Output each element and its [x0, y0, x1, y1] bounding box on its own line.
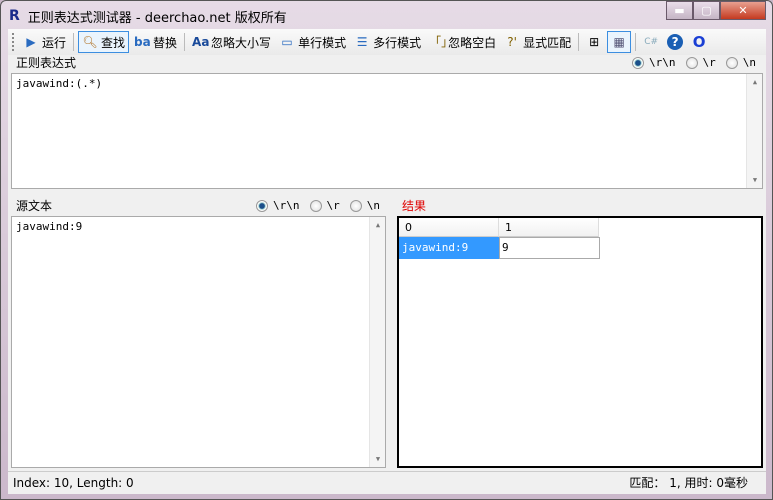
- csharp-icon: C#: [644, 37, 659, 47]
- column-header-1[interactable]: 1: [499, 218, 599, 237]
- status-position: Index: 10, Length: 0: [13, 475, 134, 490]
- tree-icon: ⊞: [589, 35, 600, 49]
- grid-cell[interactable]: javawind:9: [399, 237, 499, 259]
- single-line-button[interactable]: ▭ 单行模式: [276, 31, 349, 53]
- find-label: 查找: [101, 35, 126, 50]
- close-button[interactable]: ✕: [720, 1, 766, 20]
- run-button[interactable]: ▶ 运行: [20, 31, 69, 53]
- source-text: javawind:9: [16, 220, 83, 233]
- case-icon: Aa: [192, 35, 210, 49]
- results-label: 结果: [402, 199, 427, 213]
- find-button[interactable]: 🔍︎ 查找: [78, 31, 130, 53]
- source-label: 源文本: [16, 199, 53, 213]
- status-match-info: 匹配： 1, 用时: 0毫秒: [629, 476, 748, 490]
- about-button[interactable]: O: [688, 31, 710, 53]
- regex-radio-lf[interactable]: \n: [725, 56, 756, 69]
- table-row[interactable]: javawind:9 9: [399, 237, 600, 259]
- results-grid: 0 1 javawind:9 9: [397, 216, 763, 468]
- magnifier-icon: 🔍︎: [82, 35, 98, 49]
- source-radio-lf[interactable]: \n: [349, 199, 380, 212]
- regex-radio-cr[interactable]: \r: [685, 56, 716, 69]
- replace-label: 替换: [153, 35, 178, 50]
- play-icon: ▶: [26, 35, 36, 49]
- window-title: 正则表达式测试器 - deerchao.net 版权所有: [27, 10, 287, 26]
- multi-line-icon: ☰: [356, 35, 368, 49]
- grid-header: 0 1: [399, 218, 599, 237]
- source-newline-options: \r\n \r \n: [256, 199, 380, 212]
- ignore-whitespace-button[interactable]: 「」 忽略空白: [426, 31, 499, 53]
- ignore-whitespace-label: 忽略空白: [448, 35, 497, 50]
- bracket-icon: 「」: [429, 35, 454, 49]
- grid-cell[interactable]: 9: [499, 237, 600, 259]
- help-icon: ?: [667, 34, 684, 50]
- replace-button[interactable]: ba 替换: [131, 31, 180, 53]
- column-header-0[interactable]: 0: [399, 218, 499, 237]
- toolbar-grip[interactable]: [12, 33, 15, 51]
- table-icon: ▦: [613, 35, 625, 49]
- regex-scrollbar[interactable]: ▲ ▼: [746, 74, 762, 188]
- source-radio-cr[interactable]: \r: [309, 199, 340, 212]
- regex-input[interactable]: javawind:(.*) ▲ ▼: [11, 73, 763, 189]
- csharp-button[interactable]: C#: [640, 31, 662, 53]
- title-bar: R 正则表达式测试器 - deerchao.net 版权所有: [9, 6, 287, 26]
- maximize-button[interactable]: ▢: [693, 1, 720, 20]
- multi-line-label: 多行模式: [373, 35, 422, 50]
- multi-line-button[interactable]: ☰ 多行模式: [351, 31, 424, 53]
- replace-icon: ba: [134, 35, 151, 49]
- explicit-capture-label: 显式匹配: [523, 35, 572, 50]
- app-window: R 正则表达式测试器 - deerchao.net 版权所有 ▬ ▢ ✕ ▶ 运行…: [0, 0, 773, 500]
- table-view-button[interactable]: ▦: [607, 31, 632, 53]
- minimize-button[interactable]: ▬: [666, 1, 693, 20]
- ignore-case-button[interactable]: Aa 忽略大小写: [189, 31, 274, 53]
- question-icon: ?': [507, 35, 517, 49]
- source-scrollbar[interactable]: ▲ ▼: [369, 217, 385, 467]
- tree-view-button[interactable]: ⊞: [583, 31, 605, 53]
- single-line-label: 单行模式: [298, 35, 347, 50]
- regex-radio-crlf[interactable]: \r\n: [632, 56, 676, 69]
- ignore-case-label: 忽略大小写: [211, 35, 272, 50]
- single-line-icon: ▭: [281, 35, 293, 49]
- run-label: 运行: [42, 35, 67, 50]
- status-bar: Index: 10, Length: 0 匹配： 1, 用时: 0毫秒: [8, 471, 766, 493]
- regex-newline-options: \r\n \r \n: [632, 56, 756, 69]
- source-radio-crlf[interactable]: \r\n: [256, 199, 300, 212]
- regex-text: javawind:(.*): [16, 77, 103, 90]
- source-input[interactable]: javawind:9 ▲ ▼: [11, 216, 386, 468]
- app-logo-icon: R: [9, 8, 20, 24]
- circle-icon: O: [692, 33, 706, 51]
- help-button[interactable]: ?: [664, 31, 686, 53]
- regex-label: 正则表达式: [16, 56, 77, 70]
- toolbar: ▶ 运行 🔍︎ 查找 ba 替换 Aa 忽略大小写 ▭ 单行模式 ☰ 多行模式 「」 忽略空白…: [8, 29, 766, 55]
- explicit-capture-button[interactable]: ?' 显式匹配: [501, 31, 574, 53]
